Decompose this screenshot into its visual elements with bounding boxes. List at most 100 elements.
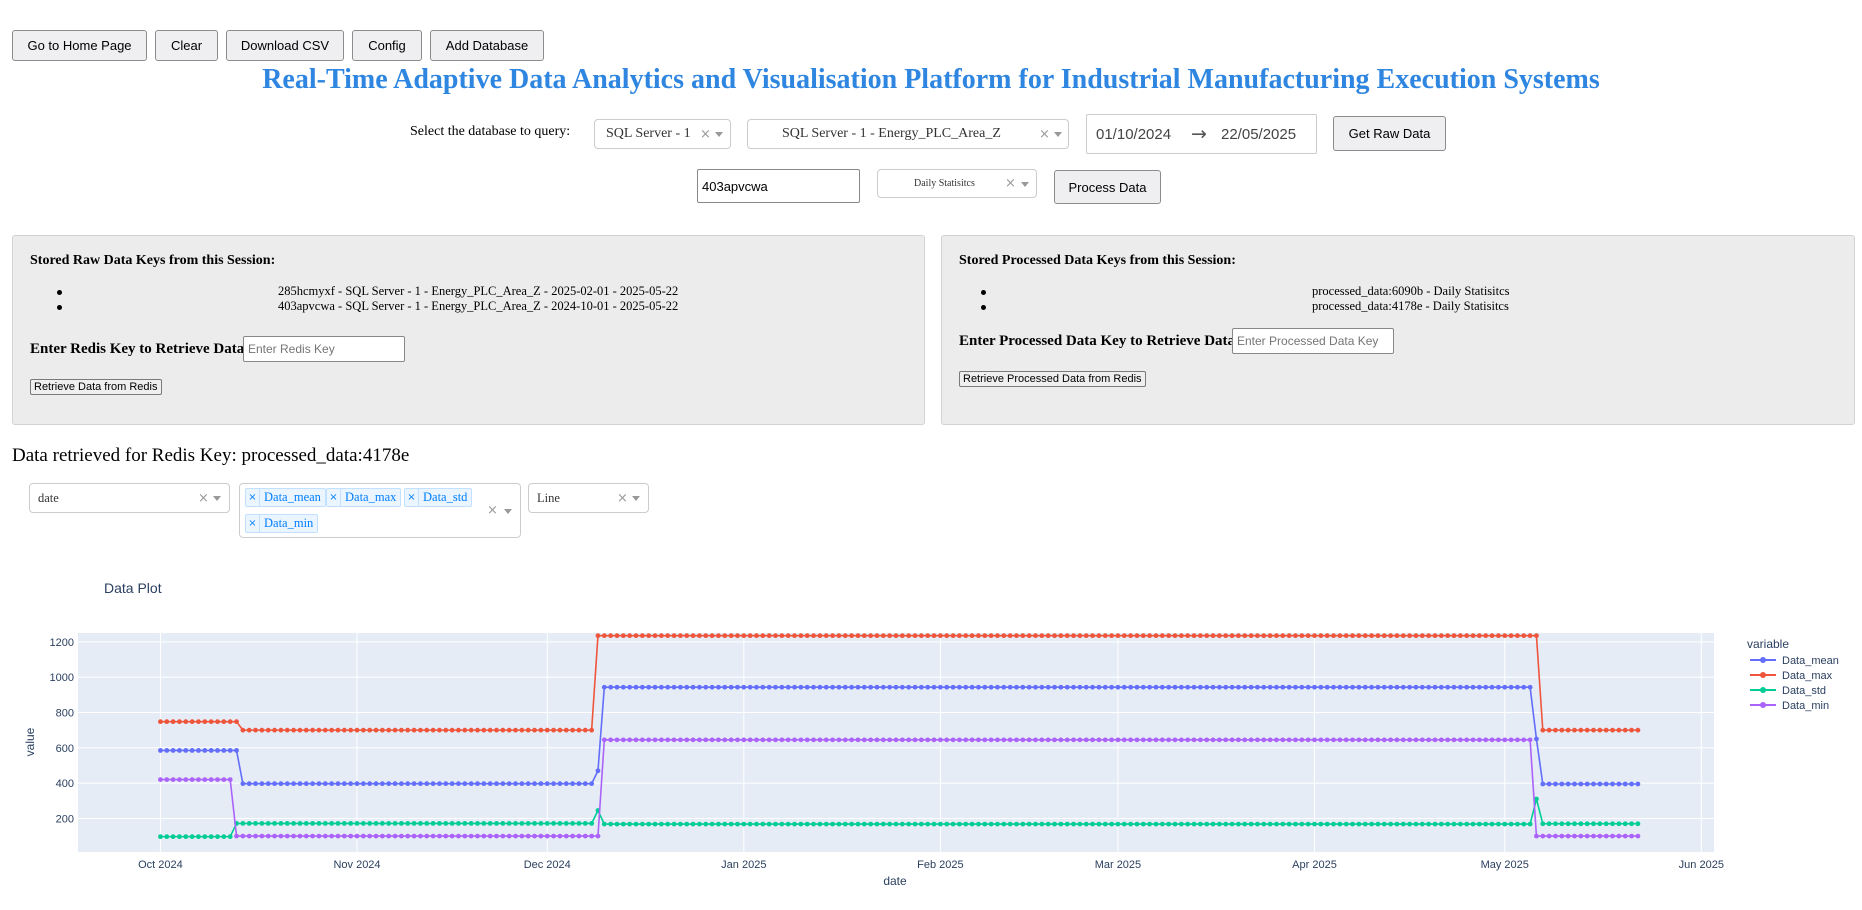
data-point: [1115, 684, 1121, 690]
data-point: [1216, 821, 1222, 827]
data-point: [500, 781, 506, 787]
data-point: [1457, 737, 1463, 743]
data-point: [944, 821, 950, 827]
clear-icon[interactable]: ×: [487, 484, 498, 537]
tag-data-std[interactable]: × Data_std: [404, 488, 473, 507]
data-point: [557, 781, 563, 787]
tag-data-max[interactable]: × Data_max: [326, 488, 402, 507]
home-button[interactable]: Go to Home Page: [12, 30, 147, 61]
chevron-down-icon[interactable]: [632, 496, 640, 501]
x-axis-select[interactable]: date ×: [29, 483, 230, 513]
data-point: [1229, 633, 1235, 639]
clear-icon[interactable]: ×: [700, 120, 711, 148]
data-point: [684, 633, 690, 639]
clear-button[interactable]: Clear: [155, 30, 218, 61]
data-point: [418, 833, 423, 839]
data-point: [703, 737, 709, 743]
y-axis-multiselect[interactable]: × Data_mean × Data_max × Data_std × Data_min…: [239, 483, 521, 538]
data-point: [633, 633, 639, 639]
data-point: [398, 820, 404, 826]
tag-data-mean[interactable]: × Data_mean: [245, 488, 326, 507]
table-select[interactable]: SQL Server - 1 - Energy_PLC_Area_Z ×: [747, 119, 1069, 149]
data-point: [1438, 684, 1444, 690]
x-tick-label: May 2025: [1481, 859, 1529, 871]
retrieve-processed-button[interactable]: Retrieve Processed Data from Redis: [959, 371, 1146, 387]
tag-data-min[interactable]: × Data_min: [245, 514, 319, 533]
clear-icon[interactable]: ×: [198, 484, 209, 512]
data-point: [842, 821, 848, 827]
retrieve-redis-button[interactable]: Retrieve Data from Redis: [30, 379, 162, 395]
key-input[interactable]: 403apvcwa: [697, 169, 860, 203]
data-point: [481, 781, 487, 787]
data-point: [1381, 684, 1387, 690]
data-point: [468, 727, 474, 733]
process-type-select[interactable]: Daily Statisitcs ×: [877, 169, 1037, 198]
data-point: [221, 748, 227, 753]
legend-label: Data_mean: [1782, 655, 1839, 667]
chevron-down-icon[interactable]: [1054, 132, 1062, 137]
data-point: [1318, 821, 1324, 827]
data-point: [842, 633, 848, 639]
data-point: [570, 781, 576, 787]
list-item: 403apvcwa - SQL Server - 1 - Energy_PLC_…: [13, 299, 926, 314]
data-point: [246, 781, 252, 787]
chevron-down-icon[interactable]: [504, 508, 512, 514]
data-point: [1324, 633, 1330, 639]
data-point: [937, 684, 943, 690]
data-point: [887, 821, 893, 827]
data-point: [525, 727, 531, 733]
plot-type-select[interactable]: Line ×: [528, 483, 649, 513]
data-point: [1248, 821, 1254, 827]
data-point: [500, 727, 506, 733]
data-point: [823, 633, 829, 639]
data-point: [582, 833, 588, 839]
start-date-input[interactable]: 01/10/2024: [1096, 115, 1171, 153]
data-point: [861, 737, 867, 743]
data-point: [272, 727, 277, 733]
data-point: [240, 833, 246, 839]
clear-icon[interactable]: ×: [1039, 120, 1050, 148]
data-point: [830, 821, 835, 827]
data-point: [1064, 821, 1070, 827]
data-point: [804, 633, 810, 639]
data-point: [899, 684, 905, 690]
data-point: [773, 737, 778, 743]
data-point: [418, 820, 423, 826]
end-date-input[interactable]: 22/05/2025: [1221, 115, 1296, 153]
download-csv-button[interactable]: Download CSV: [226, 30, 344, 61]
processed-keys-list: processed_data:6090b - Daily Statisitcs …: [942, 284, 1856, 314]
data-point: [1476, 821, 1482, 827]
redis-key-input[interactable]: [243, 336, 405, 362]
data-point: [614, 633, 620, 639]
database-select[interactable]: SQL Server - 1 ×: [594, 119, 731, 149]
data-point: [1603, 727, 1609, 733]
data-point: [341, 833, 347, 839]
data-point: [1102, 684, 1108, 690]
data-point: [969, 684, 975, 690]
data-point: [1109, 737, 1114, 743]
data-point: [1496, 821, 1501, 827]
chevron-down-icon[interactable]: [213, 496, 221, 501]
processed-key-input[interactable]: [1232, 328, 1394, 354]
data-point: [1280, 821, 1286, 827]
data-point: [1210, 821, 1216, 827]
data-point: [367, 781, 373, 787]
get-raw-data-button[interactable]: Get Raw Data: [1333, 116, 1446, 151]
config-button[interactable]: Config: [352, 30, 422, 61]
process-data-button[interactable]: Process Data: [1054, 170, 1161, 204]
clear-icon[interactable]: ×: [1005, 170, 1016, 197]
data-point: [1540, 781, 1546, 787]
data-point: [589, 820, 595, 826]
data-point: [513, 781, 518, 787]
data-point: [925, 633, 931, 639]
data-point: [1362, 684, 1368, 690]
data-point: [1445, 821, 1451, 827]
chevron-down-icon[interactable]: [1021, 181, 1029, 187]
data-point: [931, 737, 937, 743]
clear-icon[interactable]: ×: [617, 484, 628, 512]
data-point: [532, 833, 537, 839]
chevron-down-icon[interactable]: [715, 132, 723, 137]
add-database-button[interactable]: Add Database: [430, 30, 544, 61]
data-point: [1502, 821, 1508, 827]
data-point: [880, 737, 886, 743]
